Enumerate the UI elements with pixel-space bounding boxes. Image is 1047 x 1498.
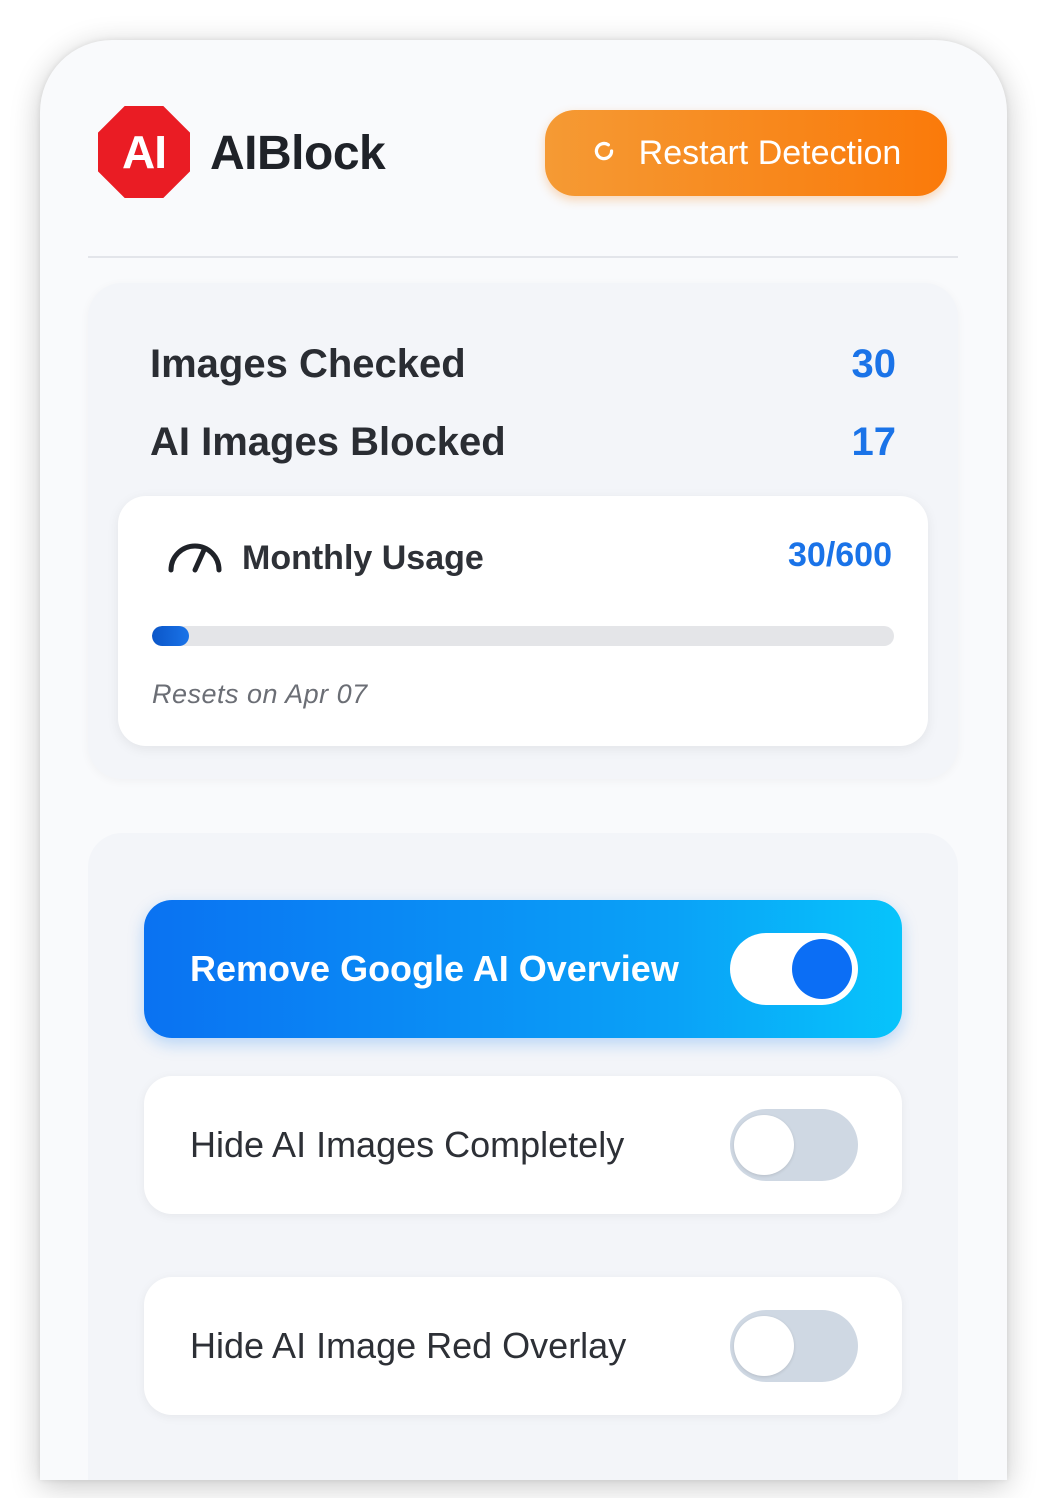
- extension-popup: AI AIBlock Restart Detection Images Chec…: [40, 40, 1007, 1480]
- hide-ai-image-red-overlay-label: Hide AI Image Red Overlay: [190, 1325, 627, 1366]
- images-checked-value: 30: [851, 341, 897, 386]
- usage-reset-text: Resets on Apr 07: [152, 679, 368, 709]
- ai-images-blocked-value: 17: [851, 419, 897, 464]
- speedometer-icon: [166, 538, 224, 579]
- logo-text: AI: [122, 126, 167, 178]
- stats-card: Images Checked 30 AI Images Blocked 17 M…: [88, 283, 958, 779]
- switch-knob: [734, 1115, 794, 1175]
- usage-progress-fill: [152, 626, 190, 646]
- remove-google-ai-overview-label: Remove Google AI Overview: [190, 948, 679, 989]
- ai-images-blocked-row: AI Images Blocked 17: [150, 417, 896, 467]
- hide-ai-images-completely-switch[interactable]: [730, 1109, 858, 1181]
- settings-panel: Remove Google AI Overview Hide AI Images…: [88, 833, 958, 1480]
- header-divider: [88, 256, 958, 258]
- hide-ai-image-red-overlay-switch[interactable]: [730, 1310, 858, 1382]
- monthly-usage-card: Monthly Usage 30/600 Resets on Apr 07: [118, 496, 928, 746]
- app-title: AIBlock: [210, 127, 386, 180]
- switch-knob: [792, 939, 852, 999]
- ai-images-blocked-label: AI Images Blocked: [150, 419, 506, 464]
- usage-progress-bar: [152, 626, 894, 646]
- hide-ai-image-red-overlay-toggle-row[interactable]: Hide AI Image Red Overlay: [144, 1277, 902, 1415]
- hide-ai-images-completely-label: Hide AI Images Completely: [190, 1124, 625, 1165]
- restart-detection-button[interactable]: Restart Detection: [545, 110, 947, 196]
- remove-google-ai-overview-switch[interactable]: [730, 933, 858, 1005]
- usage-heading: Monthly Usage: [166, 538, 484, 579]
- aiblock-logo-icon: AI: [98, 106, 190, 198]
- remove-google-ai-overview-toggle-row[interactable]: Remove Google AI Overview: [144, 900, 902, 1038]
- switch-knob: [734, 1316, 794, 1376]
- images-checked-row: Images Checked 30: [150, 339, 896, 389]
- monthly-usage-count: 30/600: [788, 536, 892, 574]
- images-checked-label: Images Checked: [150, 341, 466, 386]
- hide-ai-images-completely-toggle-row[interactable]: Hide AI Images Completely: [144, 1076, 902, 1214]
- restart-detection-label: Restart Detection: [638, 133, 902, 172]
- refresh-icon: [591, 134, 617, 173]
- monthly-usage-label: Monthly Usage: [242, 539, 484, 577]
